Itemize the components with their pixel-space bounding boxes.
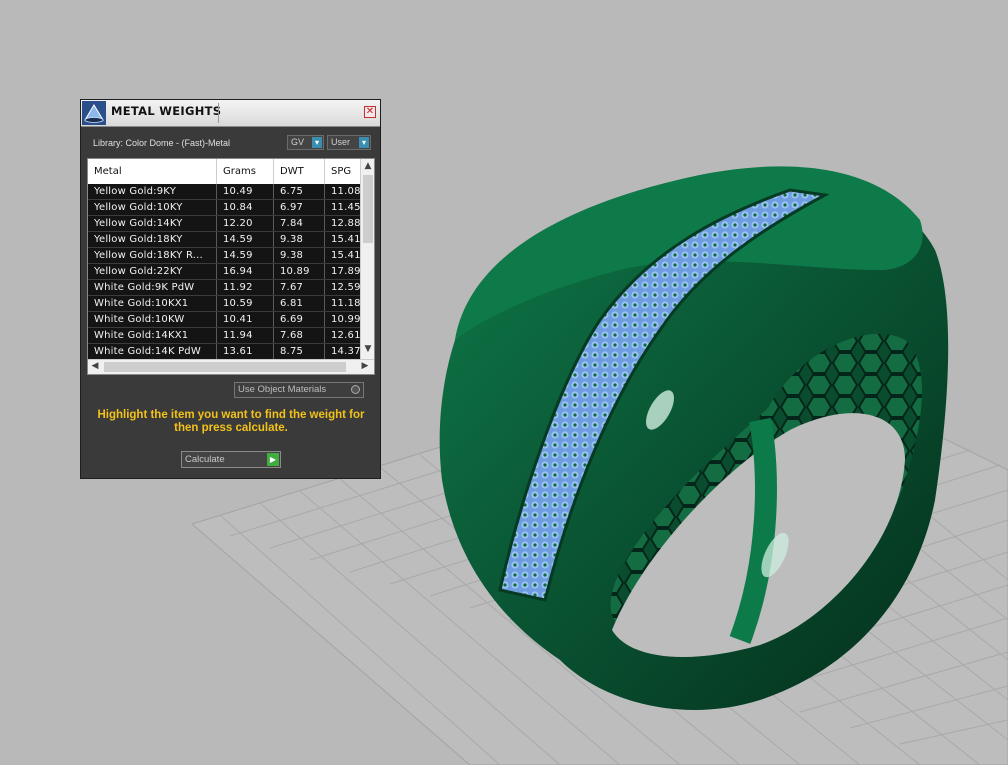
library-label: Library: Color Dome - (Fast)-Metal <box>93 138 231 148</box>
dome-logo-icon <box>82 101 106 125</box>
spg-cell: 11.08 <box>331 186 360 197</box>
table-row[interactable]: Yellow Gold:10KY 10.84 6.97 11.45 <box>88 200 360 216</box>
table-row[interactable]: Yellow Gold:18KY R... 14.59 9.38 15.41 <box>88 248 360 264</box>
metal-cell: Yellow Gold:22KY <box>88 264 217 279</box>
table-row[interactable]: White Gold:10KX1 10.59 6.81 11.18 <box>88 296 360 312</box>
metal-cell: Yellow Gold:9KY <box>88 184 217 199</box>
dwt-cell: 7.67 <box>274 280 325 295</box>
metal-cell: White Gold:10KW <box>88 312 217 327</box>
column-header-dwt[interactable]: DWT <box>274 159 325 184</box>
title-separator <box>218 103 219 123</box>
table-row[interactable]: White Gold:10KW 10.41 6.69 10.99 <box>88 312 360 328</box>
spg-cell: 12.61 <box>331 330 360 341</box>
table-row[interactable]: White Gold:14KX1 11.94 7.68 12.61 <box>88 328 360 344</box>
table-row[interactable]: Yellow Gold:18KY 14.59 9.38 15.41 <box>88 232 360 248</box>
column-header-metal[interactable]: Metal <box>88 159 217 184</box>
vertical-scrollbar[interactable]: ▲ ▼ <box>360 159 374 359</box>
metal-cell: Yellow Gold:10KY <box>88 200 217 215</box>
user-dropdown[interactable]: User ▾ <box>327 135 371 150</box>
chevron-down-icon: ▾ <box>359 137 369 148</box>
chevron-left-icon[interactable]: ◀ <box>88 361 102 371</box>
close-icon: ✕ <box>365 106 375 117</box>
play-arrow-icon: ▶ <box>267 453 279 466</box>
horizontal-scrollbar[interactable]: ◀ ▶ <box>88 359 374 374</box>
spg-cell: 12.59 <box>331 282 360 293</box>
grams-cell: 16.94 <box>217 264 274 279</box>
dwt-cell: 8.75 <box>274 344 325 359</box>
table-header: Metal Grams DWT SPG <box>88 159 360 185</box>
metal-cell: Yellow Gold:18KY R... <box>88 248 217 263</box>
radio-icon[interactable] <box>351 385 360 394</box>
grams-cell: 14.59 <box>217 232 274 247</box>
calculate-button[interactable]: Calculate ▶ <box>181 451 281 468</box>
spg-cell: 10.99 <box>331 314 360 325</box>
chevron-down-icon[interactable]: ▼ <box>361 344 374 354</box>
table-body: Yellow Gold:9KY 10.49 6.75 11.08 Yellow Gold… <box>88 184 360 359</box>
grams-cell: 10.49 <box>217 184 274 199</box>
panel-titlebar[interactable]: METAL WEIGHTS ✕ <box>81 100 380 127</box>
dwt-cell: 6.75 <box>274 184 325 199</box>
dwt-cell: 6.81 <box>274 296 325 311</box>
metal-table[interactable]: Metal Grams DWT SPG Yellow Gold:9KY 10.49… <box>87 158 375 375</box>
close-button[interactable]: ✕ <box>364 106 376 118</box>
instruction-text: Highlight the item you want to find the … <box>97 409 365 434</box>
metal-cell: Yellow Gold:18KY <box>88 232 217 247</box>
table-row[interactable]: Yellow Gold:14KY 12.20 7.84 12.88 <box>88 216 360 232</box>
spg-cell: 14.37 <box>331 346 360 357</box>
spg-cell: 15.41 <box>331 234 360 245</box>
spg-cell: 17.89 <box>331 266 360 277</box>
spg-cell: 12.88 <box>331 218 360 229</box>
metal-cell: White Gold:10KX1 <box>88 296 217 311</box>
gv-dropdown-value: GV <box>291 137 305 147</box>
metal-cell: White Gold:9K PdW <box>88 280 217 295</box>
table-row[interactable]: White Gold:14K PdW 13.61 8.75 14.37 <box>88 344 360 359</box>
metal-cell: Yellow Gold:14KY <box>88 216 217 231</box>
grams-cell: 12.20 <box>217 216 274 231</box>
grams-cell: 10.59 <box>217 296 274 311</box>
metal-cell: White Gold:14KX1 <box>88 328 217 343</box>
grams-cell: 10.84 <box>217 200 274 215</box>
dwt-cell: 7.68 <box>274 328 325 343</box>
table-row[interactable]: Yellow Gold:22KY 16.94 10.89 17.89 <box>88 264 360 280</box>
metal-weights-panel: METAL WEIGHTS ✕ Library: Color Dome - (F… <box>80 99 381 479</box>
calculate-label: Calculate <box>185 454 225 465</box>
dwt-cell: 6.69 <box>274 312 325 327</box>
user-dropdown-value: User <box>331 137 351 147</box>
grams-cell: 14.59 <box>217 248 274 263</box>
column-header-spg[interactable]: SPG <box>325 159 365 184</box>
dwt-cell: 7.84 <box>274 216 325 231</box>
spg-cell: 11.18 <box>331 298 360 309</box>
panel-title: METAL WEIGHTS <box>111 104 222 118</box>
table-row[interactable]: Yellow Gold:9KY 10.49 6.75 11.08 <box>88 184 360 200</box>
dwt-cell: 9.38 <box>274 232 325 247</box>
column-header-grams[interactable]: Grams <box>217 159 274 184</box>
horizontal-scroll-thumb[interactable] <box>104 362 346 372</box>
use-object-materials-option[interactable]: Use Object Materials <box>234 382 364 398</box>
vertical-scroll-thumb[interactable] <box>363 175 373 243</box>
grams-cell: 11.92 <box>217 280 274 295</box>
chevron-right-icon[interactable]: ▶ <box>358 361 372 371</box>
chevron-up-icon[interactable]: ▲ <box>361 161 374 171</box>
dwt-cell: 6.97 <box>274 200 325 215</box>
grams-cell: 10.41 <box>217 312 274 327</box>
spg-cell: 15.41 <box>331 250 360 261</box>
use-object-materials-label: Use Object Materials <box>238 384 327 395</box>
gv-dropdown[interactable]: GV ▾ <box>287 135 324 150</box>
grams-cell: 13.61 <box>217 344 274 359</box>
table-row[interactable]: White Gold:9K PdW 11.92 7.67 12.59 <box>88 280 360 296</box>
metal-cell: White Gold:14K PdW <box>88 344 217 359</box>
grams-cell: 11.94 <box>217 328 274 343</box>
dwt-cell: 9.38 <box>274 248 325 263</box>
spg-cell: 11.45 <box>331 202 360 213</box>
dwt-cell: 10.89 <box>274 264 325 279</box>
chevron-down-icon: ▾ <box>312 137 322 148</box>
